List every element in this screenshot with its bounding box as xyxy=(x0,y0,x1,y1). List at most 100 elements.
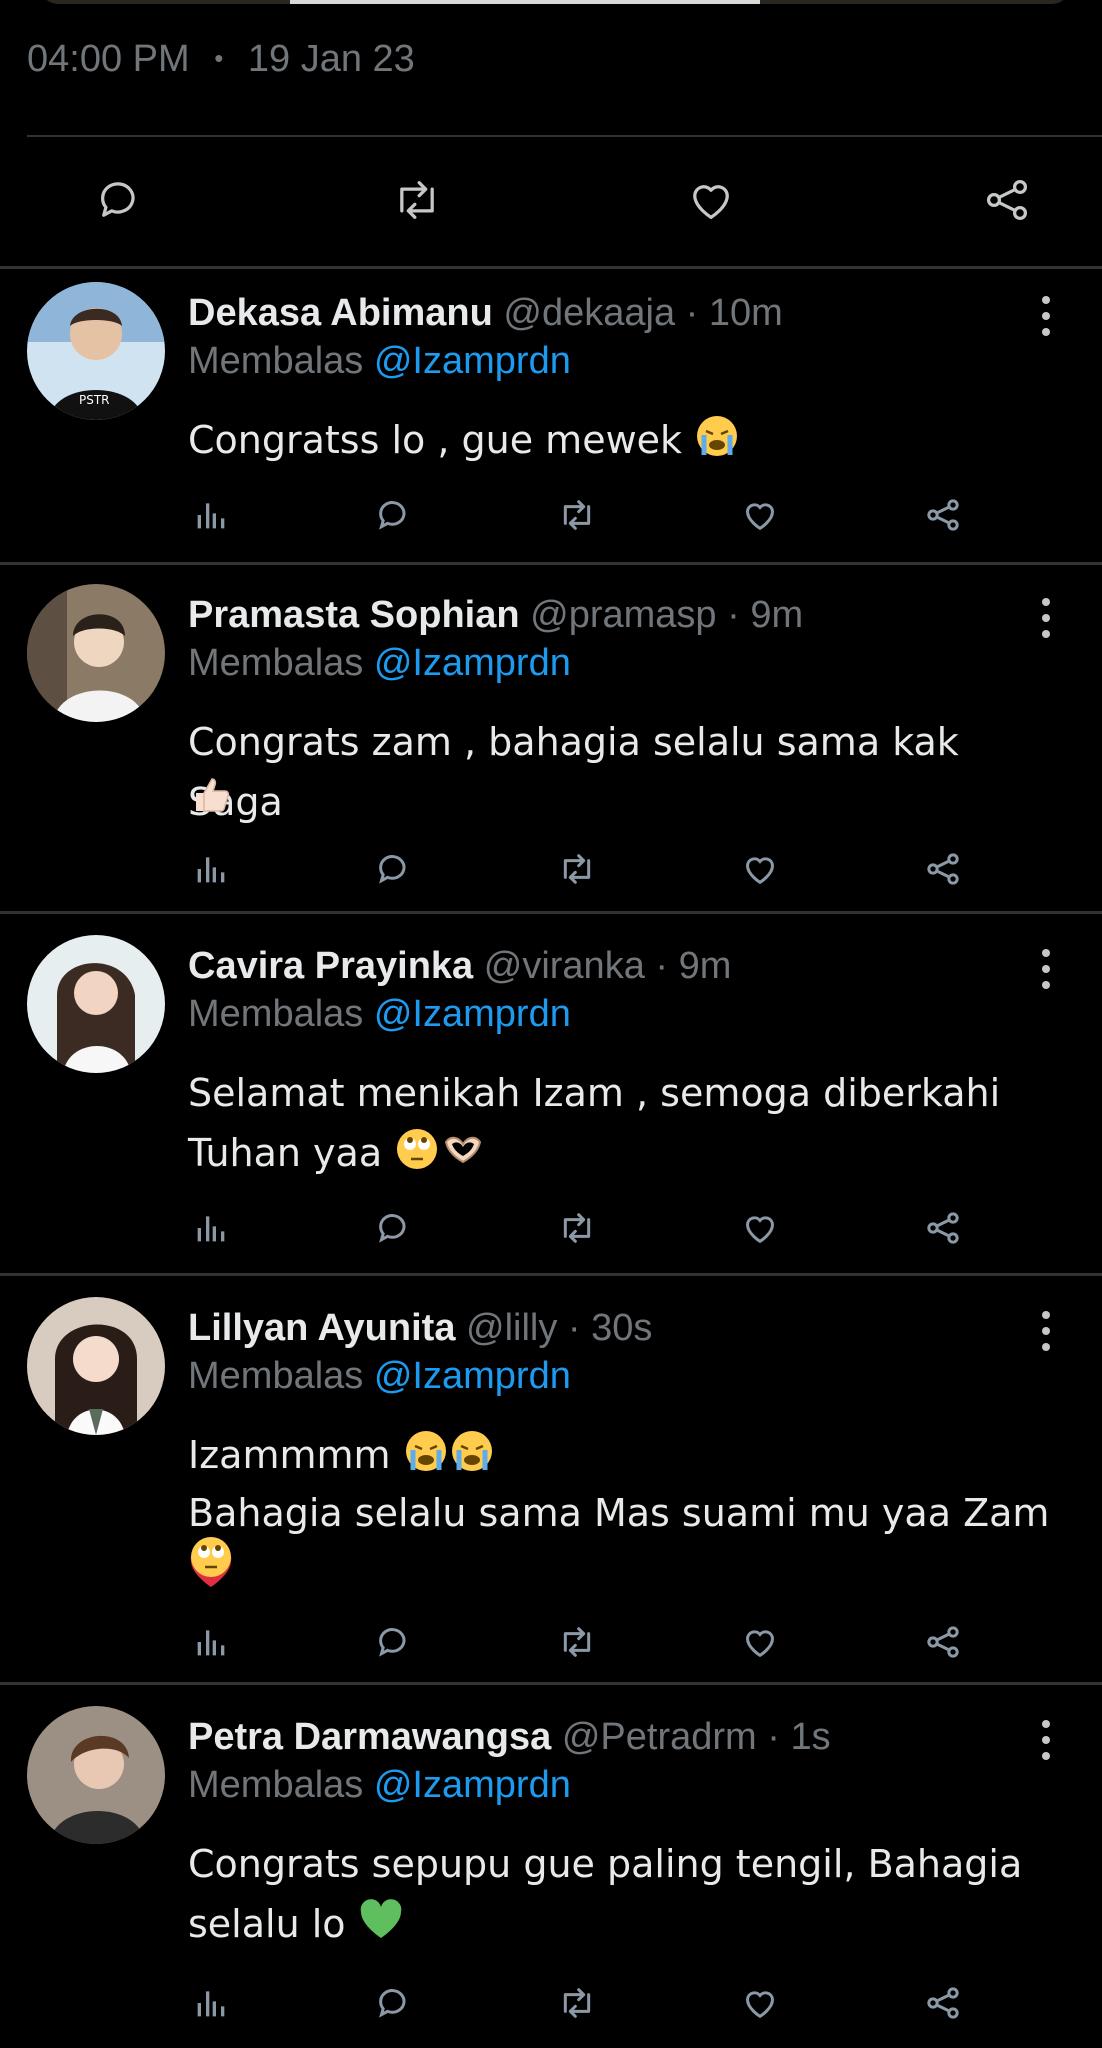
like-button[interactable] xyxy=(737,1205,783,1251)
more-options-icon[interactable] xyxy=(1034,949,1058,989)
more-options-icon[interactable] xyxy=(1034,598,1058,638)
reply-time: 1s xyxy=(790,1716,831,1758)
share-icon xyxy=(927,1626,959,1658)
retweet-button[interactable] xyxy=(554,1980,600,2026)
heart-hands-icon xyxy=(440,1126,486,1189)
avatar[interactable] xyxy=(27,1297,165,1435)
reply-text: Congrats sepupu gue paling tengil, Bahag… xyxy=(188,1842,1023,1886)
face-with-rolling-eyes-icon xyxy=(394,1126,440,1189)
reply-action-bar xyxy=(188,492,988,538)
retweet-button[interactable] xyxy=(382,160,452,240)
analytics-button[interactable] xyxy=(188,1980,234,2026)
replying-to: Membalas @Izamprdn xyxy=(188,993,571,1035)
analytics-button[interactable] xyxy=(188,492,234,538)
divider xyxy=(0,266,1102,269)
share-button[interactable] xyxy=(920,1619,966,1665)
reply-text-emoji-line xyxy=(188,768,1062,834)
reply-action-bar xyxy=(188,1205,988,1251)
reply-button[interactable] xyxy=(371,1980,417,2026)
reply-button[interactable] xyxy=(371,492,417,538)
retweet-button[interactable] xyxy=(554,1619,600,1665)
heart-icon xyxy=(745,503,775,531)
like-button[interactable] xyxy=(737,1619,783,1665)
reply-icon xyxy=(379,855,406,884)
more-options-icon[interactable] xyxy=(1034,296,1058,336)
more-options-icon[interactable] xyxy=(1034,1720,1058,1760)
analytics-button[interactable] xyxy=(188,1205,234,1251)
like-button[interactable] xyxy=(737,492,783,538)
share-button[interactable] xyxy=(920,1205,966,1251)
reply-button[interactable] xyxy=(371,1205,417,1251)
display-name[interactable]: Lillyan Ayunita xyxy=(188,1307,455,1349)
reply-icon xyxy=(379,1628,406,1657)
reply-action-bar xyxy=(188,846,988,892)
reply-text: Selamat menikah Izam , semoga diberkahi xyxy=(188,1071,1001,1115)
reply-mention-link[interactable]: @Izamprdn xyxy=(374,1764,571,1806)
retweet-button[interactable] xyxy=(554,1205,600,1251)
replying-to: Membalas @Izamprdn xyxy=(188,642,571,684)
reply-time: 9m xyxy=(678,945,732,987)
display-name[interactable]: Pramasta Sophian xyxy=(188,594,520,636)
share-button[interactable] xyxy=(920,1980,966,2026)
retweet-icon xyxy=(563,1213,591,1243)
reply-header: Petra Darmawangsa @Petradrm · 1s xyxy=(188,1716,831,1758)
loudly-crying-face-icon xyxy=(449,1428,495,1491)
share-icon xyxy=(986,179,1028,221)
user-handle[interactable]: @viranka xyxy=(484,945,645,987)
reply-icon xyxy=(379,1214,406,1243)
replying-to: Membalas @Izamprdn xyxy=(188,340,571,382)
svg-text:PSTR: PSTR xyxy=(79,393,110,407)
analytics-button[interactable] xyxy=(188,1619,234,1665)
like-button[interactable] xyxy=(737,846,783,892)
retweet-button[interactable] xyxy=(554,846,600,892)
reply-header: Pramasta Sophian @pramasp · 9m xyxy=(188,594,804,636)
reply-item[interactable]: Cavira Prayinka @viranka · 9m Membalas @… xyxy=(0,935,1102,1273)
like-button[interactable] xyxy=(676,160,746,240)
analytics-icon xyxy=(197,1216,225,1242)
loudly-crying-face-icon xyxy=(694,413,740,476)
reply-item[interactable]: PSTR Dekasa Abimanu @dekaaja · 10m Memba… xyxy=(0,282,1102,564)
reply-item[interactable]: Petra Darmawangsa @Petradrm · 1s Membala… xyxy=(0,1706,1102,2048)
user-handle[interactable]: @dekaaja xyxy=(503,292,675,334)
reply-button[interactable] xyxy=(371,846,417,892)
display-name[interactable]: Dekasa Abimanu xyxy=(188,292,493,334)
share-button[interactable] xyxy=(920,846,966,892)
avatar[interactable] xyxy=(27,1706,165,1844)
share-button[interactable] xyxy=(920,492,966,538)
reply-icon xyxy=(379,501,406,530)
reply-text-emoji-line xyxy=(188,1531,1062,1597)
reply-mention-link[interactable]: @Izamprdn xyxy=(374,1355,571,1397)
user-handle[interactable]: @Petradrm xyxy=(562,1716,757,1758)
retweet-button[interactable] xyxy=(554,492,600,538)
avatar[interactable]: PSTR xyxy=(27,282,165,420)
reply-mention-link[interactable]: @Izamprdn xyxy=(374,340,571,382)
reply-item[interactable]: Lillyan Ayunita @lilly · 30s Membalas @I… xyxy=(0,1297,1102,1683)
retweet-icon xyxy=(563,1627,591,1657)
tweet-media-edge[interactable] xyxy=(40,0,1070,4)
loudly-crying-face-icon xyxy=(403,1428,449,1491)
analytics-button[interactable] xyxy=(188,846,234,892)
display-name[interactable]: Cavira Prayinka xyxy=(188,945,473,987)
replying-to: Membalas @Izamprdn xyxy=(188,1355,571,1397)
avatar[interactable] xyxy=(27,584,165,722)
display-name[interactable]: Petra Darmawangsa xyxy=(188,1716,551,1758)
reply-action-bar xyxy=(188,1619,988,1665)
share-icon xyxy=(927,1987,959,2019)
analytics-icon xyxy=(197,857,225,883)
retweet-icon xyxy=(563,1988,591,2018)
avatar[interactable] xyxy=(27,935,165,1073)
reply-time: 9m xyxy=(750,594,804,636)
reply-mention-link[interactable]: @Izamprdn xyxy=(374,642,571,684)
more-options-icon[interactable] xyxy=(1034,1311,1058,1351)
reply-item[interactable]: Pramasta Sophian @pramasp · 9m Membalas … xyxy=(0,584,1102,914)
green-heart-icon xyxy=(358,1897,404,1960)
reply-button[interactable] xyxy=(371,1619,417,1665)
analytics-icon xyxy=(197,503,225,529)
share-button[interactable] xyxy=(972,160,1042,240)
reply-mention-link[interactable]: @Izamprdn xyxy=(374,993,571,1035)
user-handle[interactable]: @lilly xyxy=(466,1307,557,1349)
like-button[interactable] xyxy=(737,1980,783,2026)
analytics-icon xyxy=(197,1991,225,2017)
user-handle[interactable]: @pramasp xyxy=(530,594,716,636)
reply-button[interactable] xyxy=(85,160,155,240)
